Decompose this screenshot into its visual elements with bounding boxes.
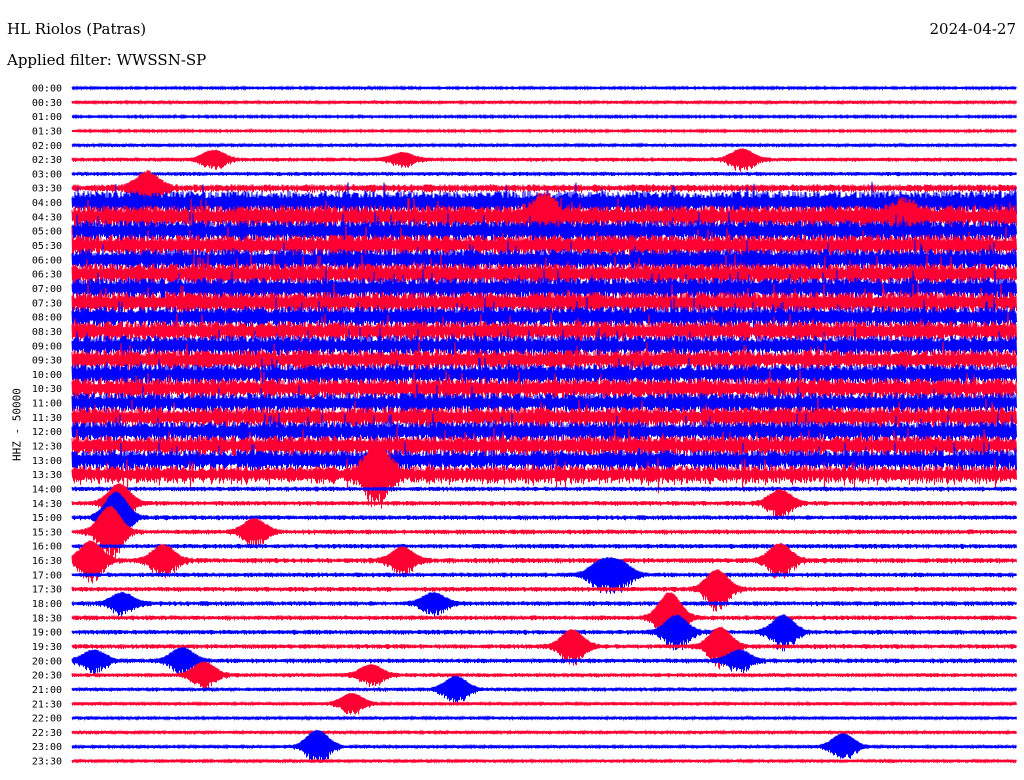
time-tick-label: 21:00 <box>32 685 62 696</box>
time-tick-label: 10:00 <box>32 370 62 381</box>
time-tick-label: 02:30 <box>32 155 62 166</box>
time-tick-label: 13:00 <box>32 456 62 467</box>
time-tick-label: 07:30 <box>32 298 62 309</box>
time-tick-label: 06:30 <box>32 270 62 281</box>
time-tick-label: 05:30 <box>32 241 62 252</box>
time-tick-label: 17:30 <box>32 585 62 596</box>
time-tick-label: 01:00 <box>32 112 62 123</box>
time-tick-label: 17:00 <box>32 570 62 581</box>
time-tick-label: 09:30 <box>32 356 62 367</box>
time-tick-label: 12:00 <box>32 427 62 438</box>
time-tick-label: 15:30 <box>32 527 62 538</box>
time-tick-label: 02:00 <box>32 141 62 152</box>
time-tick-label: 03:30 <box>32 184 62 195</box>
time-tick-label: 19:30 <box>32 642 62 653</box>
trace-row <box>71 491 1017 547</box>
helicorder-plot: 00:00 00:30 01:00 01:30 02:00 02:30 03:00 03:30… <box>32 84 1017 768</box>
time-tick-label: 07:00 <box>32 284 62 295</box>
time-tick-label: 20:00 <box>32 656 62 667</box>
time-tick-label: 08:30 <box>32 327 62 338</box>
time-tick-label: 08:00 <box>32 313 62 324</box>
time-tick-label: 15:00 <box>32 513 62 524</box>
time-tick-label: 09:00 <box>32 341 62 352</box>
time-tick-label: 00:00 <box>32 84 62 95</box>
time-tick-label: 03:00 <box>32 169 62 180</box>
time-tick-label: 14:30 <box>32 499 62 510</box>
time-tick-label: 05:00 <box>32 227 62 238</box>
time-tick-label: 18:30 <box>32 613 62 624</box>
time-tick-label: 20:30 <box>32 671 62 682</box>
time-tick-label: 14:00 <box>32 484 62 495</box>
trace-row <box>71 592 1017 648</box>
time-tick-label: 13:30 <box>32 470 62 481</box>
time-tick-label: 04:30 <box>32 212 62 223</box>
trace-row <box>71 591 1017 618</box>
time-tick-label: 18:00 <box>32 599 62 610</box>
time-tick-label: 11:00 <box>32 399 62 410</box>
time-tick-label: 12:30 <box>32 442 62 453</box>
trace-row <box>71 506 1017 562</box>
time-tick-label: 22:30 <box>32 728 62 739</box>
time-tick-label: 10:30 <box>32 384 62 395</box>
time-tick-label: 06:00 <box>32 255 62 266</box>
time-tick-label: 23:00 <box>32 742 62 753</box>
time-tick-label: 16:30 <box>32 556 62 567</box>
time-tick-label: 01:30 <box>32 126 62 137</box>
time-tick-label: 11:30 <box>32 413 62 424</box>
time-tick-label: 22:00 <box>32 714 62 725</box>
time-tick-label: 00:30 <box>32 98 62 109</box>
time-tick-label: 21:30 <box>32 699 62 710</box>
time-tick-label: 19:00 <box>32 628 62 639</box>
time-tick-label: 04:00 <box>32 198 62 209</box>
time-tick-label: 16:00 <box>32 542 62 553</box>
time-tick-label: 23:30 <box>32 757 62 768</box>
